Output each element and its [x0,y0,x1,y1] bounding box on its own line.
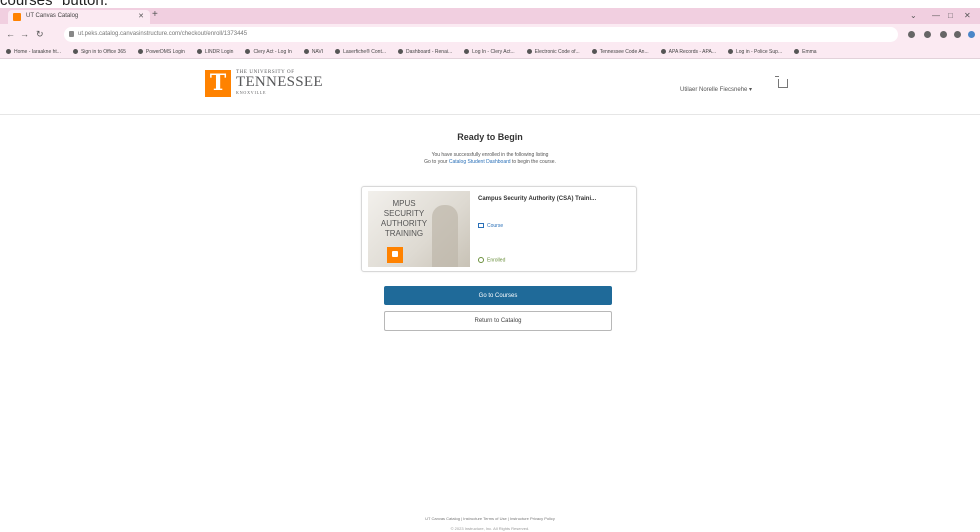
new-tab-button[interactable]: + [152,10,158,20]
bookmark-label: Laserfiche® Cont... [343,49,386,55]
bookmark-favicon-icon [245,49,251,55]
bookmark-favicon-icon [660,49,666,55]
bookmark-favicon-icon [591,49,597,55]
bookmark-favicon-icon [727,49,733,55]
logo-line2: TENNESSEE [236,74,323,90]
check-circle-icon [478,257,484,263]
bookmark-item[interactable]: Sign in to Office 365 [72,49,126,55]
star-icon[interactable] [924,31,931,38]
extensions-icon[interactable] [940,31,947,38]
bookmark-item[interactable]: Tennessee Code An... [591,49,649,55]
cart-icon[interactable] [775,76,788,88]
close-icon[interactable]: ✕ [138,12,144,20]
bookmark-item[interactable]: Log in - Police Sup... [727,49,783,55]
course-type-label: Course [487,223,504,229]
ut-logo-wordmark[interactable]: THE UNIVERSITY OF TENNESSEE KNOXVILLE [236,70,323,95]
course-thumbnail[interactable]: MPUS SECURITY AUTHORITY TRAINING [368,191,470,267]
footer-links[interactable]: UT Canvas Catalog | Instructure Terms of… [0,516,980,521]
bookmark-item[interactable]: Log In - Clery Act... [464,49,515,55]
minimize-icon[interactable]: — [932,11,940,20]
bookmark-favicon-icon [398,49,403,55]
page-caption: courses" button. [0,0,108,8]
bookmark-item[interactable]: NAVI [303,49,324,55]
thumbnail-text: MPUS SECURITY AUTHORITY TRAINING [380,199,428,238]
address-bar: ← → ↻ ut.peks.catalog.canvasinstructure.… [0,24,980,46]
course-title[interactable]: Campus Security Authority (CSA) Traini..… [478,195,628,203]
bookmark-favicon-icon [72,49,78,55]
status-label: Enrolled [487,257,506,264]
site-header: T THE UNIVERSITY OF TENNESSEE KNOXVILLE … [0,60,980,115]
bookmark-label: Sign in to Office 365 [80,49,126,55]
back-icon[interactable]: ← [6,29,15,39]
go-to-courses-button[interactable]: Go to Courses [384,286,612,305]
subtitle-pre: Go to your [424,159,448,165]
bookmark-favicon-icon [196,49,202,55]
lock-icon [69,31,74,37]
student-dashboard-link[interactable]: Catalog Student Dashboard [449,159,511,165]
user-menu[interactable]: Utilaer Norelle Fiecsnehe ▾ [680,86,752,93]
bookmark-item[interactable]: Emma [794,49,817,55]
return-to-catalog-button[interactable]: Return to Catalog [384,311,612,331]
chevron-down-icon[interactable]: ⌄ [910,11,917,20]
logo-line3: KNOXVILLE [236,90,267,95]
subtitle-post: to begin the course. [511,159,556,165]
bookmark-label: PowerDMS Login [145,49,185,55]
reload-icon[interactable]: ↻ [36,29,44,40]
forward-icon[interactable]: → [20,29,29,39]
url-input[interactable]: ut.peks.catalog.canvasinstructure.com/ch… [64,27,898,42]
window-close-icon[interactable]: ✕ [964,11,971,20]
bookmark-item[interactable]: APA Records - APA... [660,49,716,55]
bookmark-item[interactable]: Laserfiche® Cont... [335,49,386,55]
bookmark-label: LINDR Login [204,49,234,55]
course-card: MPUS SECURITY AUTHORITY TRAINING Campus … [361,186,637,272]
bookmark-favicon-icon [137,49,143,55]
course-icon [478,223,484,229]
bookmark-favicon-icon [464,49,470,55]
browser-tab[interactable]: UT Canvas Catalog ✕ [8,10,150,24]
browser-tab-bar: UT Canvas Catalog ✕ + ⌄ — □ ✕ [0,8,980,24]
page-title: Ready to Begin [457,132,523,142]
bookmark-label: Log In - Clery Act... [472,49,515,55]
maximize-icon[interactable]: □ [948,11,953,20]
profile-avatar[interactable] [968,31,975,38]
bookmark-item[interactable]: Dashboard - Renai... [398,49,452,55]
url-text: ut.peks.catalog.canvasinstructure.com/ch… [78,31,248,37]
bookmark-favicon-icon [335,49,341,55]
tab-title: UT Canvas Catalog [26,13,79,19]
bookmark-label: Log in - Police Sup... [735,49,783,55]
bookmark-label: Electronic Code of... [534,49,580,55]
bookmark-item[interactable]: Electronic Code of... [526,49,580,55]
enrollment-message-line2: Go to your Catalog Student Dashboard to … [0,159,980,166]
footer-copyright: © 2023 Instructure, Inc. All Rights Rese… [450,526,530,531]
bookmark-label: Tennessee Code An... [599,49,649,55]
bookmark-label: Dashboard - Renai... [406,49,453,55]
course-type: Course [478,223,503,229]
bookmark-item[interactable]: Clery Act - Log In [245,49,292,55]
bookmark-item[interactable]: PowerDMS Login [137,49,185,55]
bookmark-label: NAVI [311,49,324,55]
sidebar-icon[interactable] [954,31,961,38]
bookmarks-bar: Home - Iaraakne ht... Sign in to Office 3… [0,46,980,59]
bookmark-favicon-icon [794,49,800,55]
bookmark-favicon-icon [303,49,309,55]
bookmark-item[interactable]: Home - Iaraakne ht... [6,49,61,55]
enrollment-message: You have successfully enrolled in the fo… [0,152,980,166]
share-icon[interactable] [908,31,915,38]
status-badge: Enrolled [478,257,505,263]
bookmark-label: APA Records - APA... [668,49,716,55]
bookmark-favicon-icon [6,49,11,55]
ut-logo-icon[interactable]: T [205,70,231,97]
bookmark-label: Emma [802,49,817,55]
enrollment-message-line1: You have successfully enrolled in the fo… [431,152,549,158]
bookmark-label: Home - Iaraakne ht... [14,49,61,55]
bookmark-label: Clery Act - Log In [253,49,292,55]
bookmark-item[interactable]: LINDR Login [196,49,234,55]
ut-favicon-icon [13,13,21,21]
lock-badge-icon [387,247,403,263]
bookmark-favicon-icon [526,49,532,55]
